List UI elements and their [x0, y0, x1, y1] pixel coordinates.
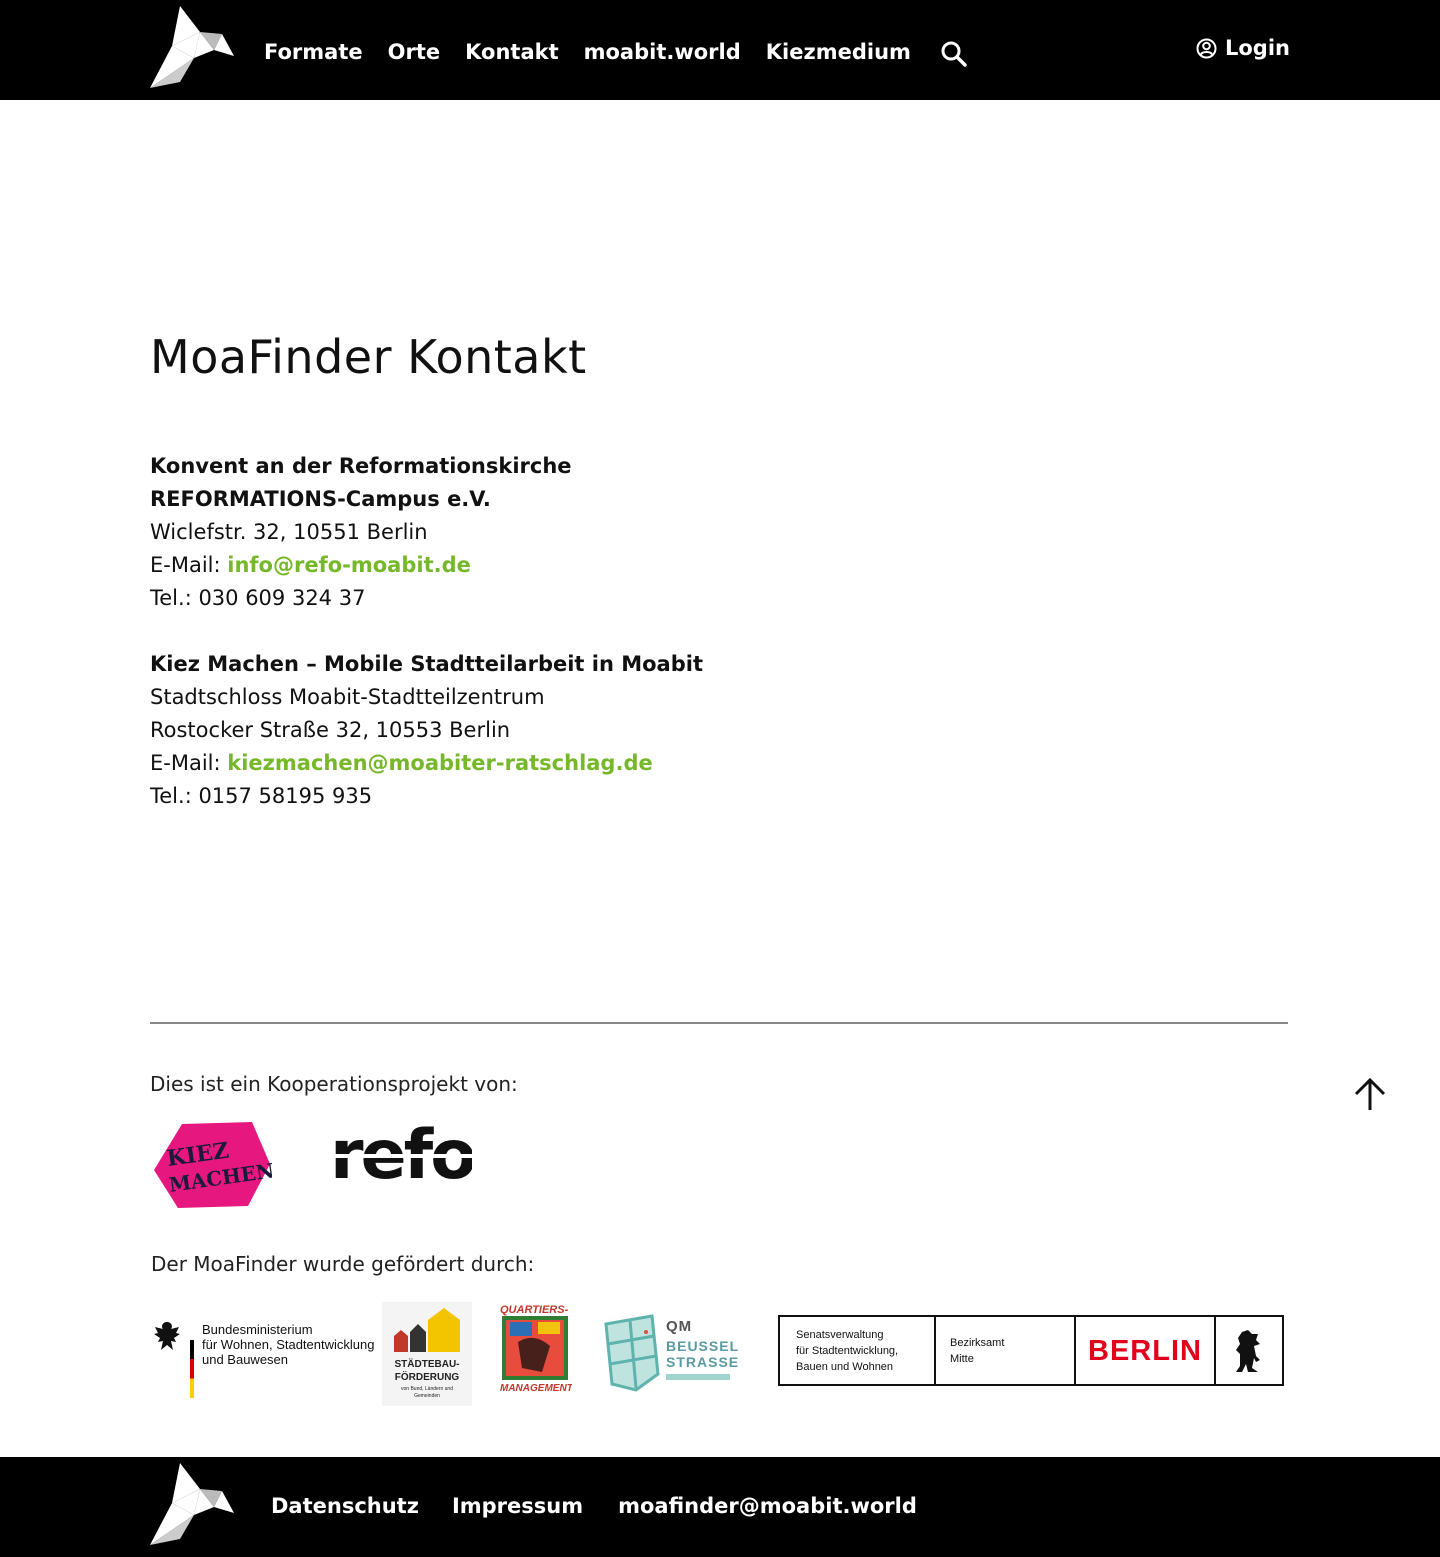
- stb-sub-line: Gemeinden: [414, 1393, 440, 1399]
- page-title: MoaFinder Kontakt: [150, 330, 587, 384]
- email-link[interactable]: kiezmachen@moabiter-ratschlag.de: [227, 751, 652, 775]
- qm-beusselstrasse-logo[interactable]: QM BEUSSEL STRASSE: [602, 1314, 738, 1394]
- qmb-underline: [666, 1374, 730, 1380]
- bezirksamt-line: Mitte: [950, 1353, 974, 1365]
- stb-title-line: FÖRDERUNG: [394, 1372, 460, 1383]
- footer-link-datenschutz[interactable]: Datenschutz: [271, 1494, 419, 1518]
- senat-berlin-logo[interactable]: Senatsverwaltung für Stadtentwicklung, B…: [778, 1315, 1284, 1386]
- senat-line: Bauen und Wohnen: [796, 1361, 894, 1373]
- stb-sub-line: von Bund, Ländern und: [401, 1386, 453, 1392]
- bmwsb-logo[interactable]: Bundesministerium für Wohnen, Stadtentwi…: [152, 1318, 374, 1402]
- staedtebaufoerderung-logo[interactable]: STÄDTEBAU- FÖRDERUNG von Bund, Ländern u…: [382, 1302, 472, 1406]
- org-name-line: Konvent an der Reformationskirche: [150, 454, 572, 478]
- email-line: E-Mail: kiezmachen@moabiter-ratschlag.de: [150, 747, 703, 780]
- divider: [150, 1022, 1288, 1024]
- berlin-wordmark: BERLIN: [1076, 1317, 1216, 1384]
- org-name-line: REFORMATIONS-Campus e.V.: [150, 487, 491, 511]
- email-prefix: E-Mail:: [150, 553, 228, 577]
- nav-formate[interactable]: Formate: [264, 40, 363, 64]
- login-label: Login: [1225, 36, 1290, 60]
- houses-icon: [394, 1308, 460, 1352]
- contact-block-kiezmachen: Kiez Machen – Mobile Stadtteilarbeit in …: [150, 648, 703, 813]
- login-button[interactable]: Login: [1196, 36, 1290, 60]
- bmwsb-text: Bundesministerium für Wohnen, Stadtentwi…: [202, 1322, 374, 1367]
- senat-line: Senatsverwaltung: [796, 1329, 884, 1341]
- top-navigation-bar: Formate Orte Kontakt moabit.world Kiezme…: [0, 0, 1440, 100]
- qm-top-text: QUARTIERS-: [500, 1304, 569, 1316]
- origami-bird-logo[interactable]: [150, 6, 236, 88]
- flag-stripe: [190, 1340, 194, 1398]
- bmwsb-line: für Wohnen, Stadtentwicklung: [202, 1337, 375, 1352]
- senat-cell: Senatsverwaltung für Stadtentwicklung, B…: [780, 1317, 936, 1384]
- address-line: Rostocker Straße 32, 10553 Berlin: [150, 718, 511, 742]
- district-map-icon: [604, 1314, 660, 1392]
- bezirksamt-line: Bezirksamt: [950, 1337, 1005, 1349]
- stb-title-line: STÄDTEBAU-: [394, 1359, 460, 1370]
- qmb-line: STRASSE: [666, 1354, 740, 1370]
- arrow-up-icon[interactable]: [1350, 1074, 1390, 1114]
- contact-block-refo: Konvent an der Reformationskirche REFORM…: [150, 450, 572, 615]
- funding-intro: Der MoaFinder wurde gefördert durch:: [151, 1252, 535, 1276]
- bmwsb-line: und Bauwesen: [202, 1352, 289, 1367]
- footer-bar: Datenschutz Impressum moafinder@moabit.w…: [0, 1457, 1440, 1557]
- email-prefix: E-Mail:: [150, 751, 228, 775]
- email-line: E-Mail: info@refo-moabit.de: [150, 549, 572, 582]
- qm-bottom-text: MANAGEMENT: [500, 1383, 572, 1394]
- cooperation-intro: Dies ist ein Kooperationsprojekt von:: [150, 1072, 518, 1096]
- user-icon: [1196, 38, 1217, 58]
- senat-line: für Stadtentwicklung,: [796, 1345, 899, 1357]
- kiez-machen-logo[interactable]: KIEZ MACHEN: [152, 1120, 272, 1212]
- origami-bird-logo[interactable]: [150, 1463, 236, 1545]
- nav-orte[interactable]: Orte: [388, 40, 441, 64]
- footer-link-impressum[interactable]: Impressum: [452, 1494, 583, 1518]
- federal-eagle-icon: [154, 1322, 180, 1350]
- footer-nav: Datenschutz Impressum moafinder@moabit.w…: [271, 1494, 917, 1518]
- berlin-bear-icon: [1236, 1329, 1260, 1372]
- address-line: Wiclefstr. 32, 10551 Berlin: [150, 520, 428, 544]
- nav-moabit-world[interactable]: moabit.world: [584, 40, 741, 64]
- bezirksamt-cell: Bezirksamt Mitte: [936, 1317, 1076, 1384]
- email-link[interactable]: info@refo-moabit.de: [227, 553, 471, 577]
- phone-line: Tel.: 030 609 324 37: [150, 586, 366, 610]
- org-name-line: Kiez Machen – Mobile Stadtteilarbeit in …: [150, 652, 703, 676]
- main-nav: Formate Orte Kontakt moabit.world Kiezme…: [264, 36, 968, 68]
- qmb-line: QM: [666, 1318, 693, 1335]
- berlin-bear-cell: [1216, 1317, 1282, 1384]
- phone-line: Tel.: 0157 58195 935: [150, 784, 373, 808]
- nav-kontakt[interactable]: Kontakt: [465, 40, 559, 64]
- address-line: Stadtschloss Moabit-Stadtteilzentrum: [150, 685, 545, 709]
- bmwsb-line: Bundesministerium: [202, 1322, 313, 1337]
- refo-logo[interactable]: refo: [330, 1120, 472, 1186]
- refo-logo-text: refo: [330, 1120, 472, 1186]
- search-icon[interactable]: [940, 40, 968, 68]
- footer-link-email[interactable]: moafinder@moabit.world: [618, 1494, 917, 1518]
- quartiersmanagement-logo[interactable]: QUARTIERS- MANAGEMENT: [498, 1302, 572, 1394]
- qmb-line: BEUSSEL: [666, 1338, 740, 1354]
- nav-kiezmedium[interactable]: Kiezmedium: [766, 40, 911, 64]
